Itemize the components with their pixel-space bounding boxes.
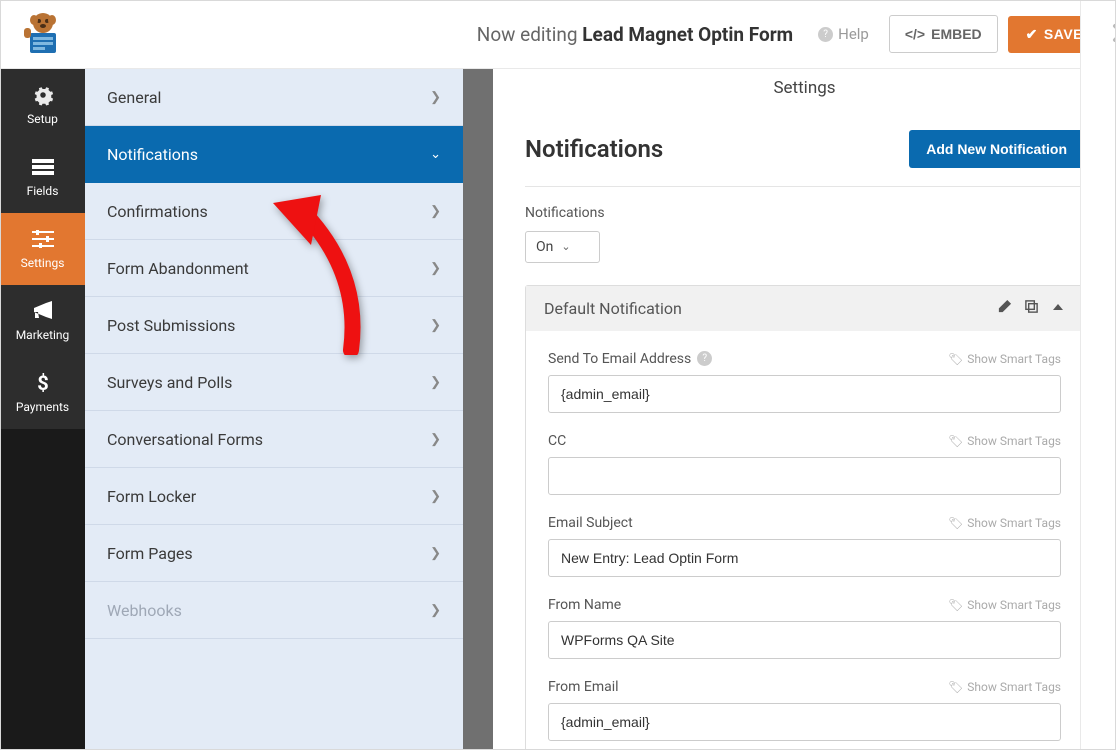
nav-rail: Setup Fields Settings Marketing $ Paymen… (0, 69, 85, 750)
chevron-right-icon: ❯ (430, 204, 441, 219)
chevron-right-icon: ❯ (430, 546, 441, 561)
logo (0, 0, 85, 69)
show-smart-tags[interactable]: 🏷Show Smart Tags (948, 516, 1061, 530)
notifications-toggle-select[interactable]: On ⌄ (525, 231, 600, 263)
cc-label: CC (548, 433, 566, 449)
subject-label: Email Subject (548, 515, 633, 531)
sidebar-item-notifications[interactable]: Notifications⌄ (85, 126, 463, 183)
subject-input[interactable] (548, 539, 1061, 577)
wpforms-logo-icon (18, 9, 68, 59)
show-smart-tags[interactable]: 🏷Show Smart Tags (948, 598, 1061, 612)
from-name-input[interactable] (548, 621, 1061, 659)
top-bar: Now editing Lead Magnet Optin Form ? Hel… (0, 0, 1116, 69)
sidebar-item-form-locker[interactable]: Form Locker❯ (85, 468, 463, 525)
edit-icon[interactable] (997, 299, 1012, 318)
tag-icon: 🏷 (948, 598, 963, 612)
from-email-label: From Email (548, 679, 619, 695)
bullhorn-icon (32, 300, 54, 322)
help-icon: ? (818, 27, 833, 42)
section-title: Notifications (525, 135, 663, 163)
from-name-label: From Name (548, 597, 621, 613)
show-smart-tags[interactable]: 🏷Show Smart Tags (948, 680, 1061, 694)
content: Settings Notifications Add New Notificat… (493, 69, 1116, 750)
from-email-input[interactable] (548, 703, 1061, 741)
chevron-right-icon: ❯ (430, 375, 441, 390)
send-to-input[interactable] (548, 375, 1061, 413)
sidebar-item-surveys-polls[interactable]: Surveys and Polls❯ (85, 354, 463, 411)
help-icon[interactable]: ? (697, 351, 712, 366)
tag-icon: 🏷 (948, 680, 963, 694)
show-smart-tags[interactable]: 🏷Show Smart Tags (948, 434, 1061, 448)
panel-title: Default Notification (544, 299, 682, 318)
sidebar-item-post-submissions[interactable]: Post Submissions❯ (85, 297, 463, 354)
chevron-right-icon: ❯ (430, 432, 441, 447)
sidebar-item-conversational-forms[interactable]: Conversational Forms❯ (85, 411, 463, 468)
sliders-icon (32, 228, 54, 250)
list-icon (32, 156, 54, 178)
send-to-label: Send To Email Address? (548, 351, 712, 367)
embed-button[interactable]: </> EMBED (889, 15, 998, 53)
chevron-right-icon: ❯ (430, 603, 441, 618)
nav-marketing[interactable]: Marketing (0, 285, 85, 357)
right-gutter (1080, 0, 1116, 750)
check-icon: ✔ (1026, 26, 1038, 43)
help-link[interactable]: ? Help (818, 25, 869, 43)
gear-icon (32, 84, 54, 106)
collapse-icon[interactable] (1051, 299, 1065, 318)
svg-text:$: $ (37, 372, 48, 394)
close-button[interactable] (1107, 18, 1116, 54)
chevron-right-icon: ❯ (430, 90, 441, 105)
tag-icon: 🏷 (948, 352, 963, 366)
divider (463, 69, 493, 750)
nav-setup[interactable]: Setup (0, 69, 85, 141)
chevron-right-icon: ❯ (430, 318, 441, 333)
close-icon (1112, 23, 1116, 43)
code-icon: </> (905, 26, 925, 42)
chevron-down-icon: ⌄ (561, 240, 570, 253)
content-header: Settings (493, 69, 1116, 108)
sidebar-item-form-pages[interactable]: Form Pages❯ (85, 525, 463, 582)
sidebar-item-confirmations[interactable]: Confirmations❯ (85, 183, 463, 240)
chevron-right-icon: ❯ (430, 261, 441, 276)
dollar-icon: $ (32, 372, 54, 394)
page-title: Now editing Lead Magnet Optin Form (477, 23, 793, 46)
cc-input[interactable] (548, 457, 1061, 495)
nav-settings[interactable]: Settings (0, 213, 85, 285)
sidebar-item-form-abandonment[interactable]: Form Abandonment❯ (85, 240, 463, 297)
show-smart-tags[interactable]: 🏷Show Smart Tags (948, 352, 1061, 366)
nav-payments[interactable]: $ Payments (0, 357, 85, 429)
body: Setup Fields Settings Marketing $ Paymen… (0, 69, 1116, 750)
sidebar-item-general[interactable]: General❯ (85, 69, 463, 126)
notifications-toggle-label: Notifications (525, 205, 1084, 221)
settings-sidebar: General❯ Notifications⌄ Confirmations❯ F… (85, 69, 463, 750)
tag-icon: 🏷 (948, 434, 963, 448)
add-new-notification-button[interactable]: Add New Notification (909, 130, 1084, 168)
duplicate-icon[interactable] (1024, 299, 1039, 318)
notification-panel: Default Notification Send To Email Addre… (525, 285, 1084, 750)
nav-fields[interactable]: Fields (0, 141, 85, 213)
chevron-right-icon: ❯ (430, 489, 441, 504)
tag-icon: 🏷 (948, 516, 963, 530)
sidebar-item-webhooks[interactable]: Webhooks❯ (85, 582, 463, 639)
chevron-down-icon: ⌄ (430, 147, 441, 162)
